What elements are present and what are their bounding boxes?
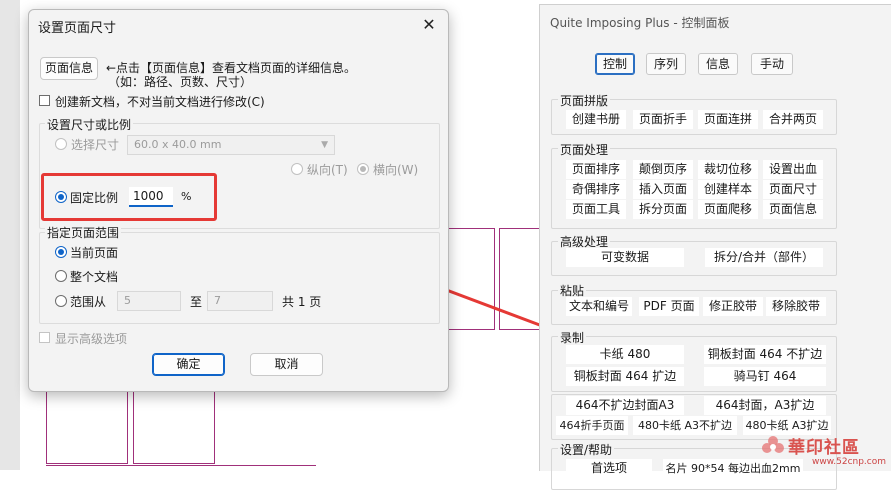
size-dropdown-value: 60.0 x 40.0 mm xyxy=(134,138,222,151)
text-numbering-button[interactable]: 文本和编号 xyxy=(566,297,632,316)
variable-data-button[interactable]: 可变数据 xyxy=(566,248,684,267)
highlight-box xyxy=(41,173,217,221)
range-to-label: 至 xyxy=(190,295,203,309)
range-from-value: 5 xyxy=(124,294,131,307)
split-page-button[interactable]: 拆分页面 xyxy=(633,200,693,219)
insert-page-button[interactable]: 插入页面 xyxy=(633,180,693,199)
fold-464-pages-button[interactable]: 464折手页面 xyxy=(556,416,628,435)
page-info-cp-button[interactable]: 页面信息 xyxy=(763,200,823,219)
split-merge-button[interactable]: 拆分/合并（部件） xyxy=(705,248,823,267)
page-thumbnail xyxy=(46,389,128,464)
page-divider xyxy=(46,465,316,469)
chevron-down-icon: ▼ xyxy=(321,140,328,150)
dialog-titlebar[interactable]: 设置页面尺寸 ✕ xyxy=(29,10,448,40)
coated-cover-464-bleed-button[interactable]: 铜板封面 464 扩边 xyxy=(566,367,684,386)
dialog-title: 设置页面尺寸 xyxy=(38,21,117,36)
size-group-label: 设置尺寸或比例 xyxy=(45,116,134,133)
canvas-margin xyxy=(0,0,20,470)
business-card-button[interactable]: 名片 90*54 每边出血2mm xyxy=(663,459,803,478)
portrait-label: 纵向(T) xyxy=(307,163,348,177)
advanced-options-checkbox[interactable] xyxy=(39,332,50,343)
select-size-radio[interactable] xyxy=(55,138,67,150)
page-range-label: 指定页面范围 xyxy=(45,224,122,241)
tab-info[interactable]: 信息 xyxy=(698,53,738,75)
range-to-value: 7 xyxy=(214,294,221,307)
new-document-checkbox[interactable] xyxy=(39,95,50,106)
trim-shift-button[interactable]: 裁切位移 xyxy=(698,160,758,179)
page-size-button[interactable]: 页面尺寸 xyxy=(763,180,823,199)
whole-document-label: 整个文档 xyxy=(70,270,119,284)
info-text-line2: （如：路径、页数、尺寸） xyxy=(108,75,253,89)
set-bleed-button[interactable]: 设置出血 xyxy=(763,160,823,179)
range-from-radio[interactable] xyxy=(55,295,67,307)
advanced-options-label: 显示高级选项 xyxy=(55,332,128,346)
control-panel: Quite Imposing Plus - 控制面板 控制 序列 信息 手动 页… xyxy=(539,4,891,490)
watermark-site: www.52cnp.com xyxy=(812,457,887,467)
page-sort-button[interactable]: 页面排序 xyxy=(566,160,626,179)
close-icon[interactable]: ✕ xyxy=(418,14,440,36)
reverse-order-button[interactable]: 颠倒页序 xyxy=(633,160,693,179)
flower-logo-icon xyxy=(762,436,784,453)
landscape-radio[interactable] xyxy=(357,163,369,175)
coated-cover-464-nobleed-button[interactable]: 铜板封面 464 不扩边 xyxy=(704,345,826,364)
current-page-label: 当前页面 xyxy=(70,246,119,260)
set-page-size-dialog: 设置页面尺寸 ✕ 页面信息 ←点击【页面信息】查看文档页面的详细信息。 （如：路… xyxy=(28,9,449,392)
select-size-label: 选择尺寸 xyxy=(71,138,120,152)
create-booklet-button[interactable]: 创建书册 xyxy=(566,110,626,129)
cover-464-a3-bleed-button[interactable]: 464封面，A3扩边 xyxy=(704,396,826,415)
create-sample-button[interactable]: 创建样本 xyxy=(698,180,758,199)
landscape-label: 横向(W) xyxy=(373,163,419,177)
page-fold-button[interactable]: 页面折手 xyxy=(633,110,693,129)
page-nup-button[interactable]: 页面连拼 xyxy=(698,110,758,129)
watermark-brand: 華印社區 xyxy=(788,438,860,458)
pdf-page-button[interactable]: PDF 页面 xyxy=(639,297,699,316)
tab-control[interactable]: 控制 xyxy=(595,53,635,75)
tab-manual[interactable]: 手动 xyxy=(751,53,793,75)
total-pages-label: 共 1 页 xyxy=(282,295,322,309)
page-creep-button[interactable]: 页面爬移 xyxy=(698,200,758,219)
page-info-button[interactable]: 页面信息 xyxy=(40,57,98,80)
card-480-a3-nobleed-button[interactable]: 480卡纸 A3不扩边 xyxy=(633,416,737,435)
control-panel-title: Quite Imposing Plus - 控制面板 xyxy=(550,16,730,30)
card-480-button[interactable]: 卡纸 480 xyxy=(566,345,684,364)
ok-button[interactable]: 确定 xyxy=(152,353,225,376)
section-page-processing-label: 页面处理 xyxy=(558,141,611,158)
cancel-button[interactable]: 取消 xyxy=(250,353,323,376)
section-imposition-label: 页面拼版 xyxy=(558,92,611,109)
cover-464-a3-nobleed-button[interactable]: 464不扩边封面A3 xyxy=(566,396,684,415)
odd-even-sort-button[interactable]: 奇偶排序 xyxy=(566,180,626,199)
page-tools-button[interactable]: 页面工具 xyxy=(566,200,626,219)
current-page-radio[interactable] xyxy=(55,246,67,258)
range-from-label: 范围从 xyxy=(70,295,107,309)
remove-tape-button[interactable]: 移除胶带 xyxy=(766,297,826,316)
preferences-button[interactable]: 首选项 xyxy=(566,459,652,478)
section-recording-label: 录制 xyxy=(558,329,587,346)
range-from-input[interactable]: 5 xyxy=(117,291,181,311)
whole-document-radio[interactable] xyxy=(55,270,67,282)
fix-tape-button[interactable]: 修正胶带 xyxy=(703,297,763,316)
portrait-radio[interactable] xyxy=(291,163,303,175)
tab-sequence[interactable]: 序列 xyxy=(646,53,686,75)
new-document-label: 创建新文档，不对当前文档进行修改(C) xyxy=(55,95,265,109)
merge-two-pages-button[interactable]: 合并两页 xyxy=(763,110,823,129)
saddle-stitch-464-button[interactable]: 骑马钉 464 xyxy=(704,367,826,386)
range-to-input[interactable]: 7 xyxy=(207,291,273,311)
page-thumbnail xyxy=(133,389,215,464)
size-dropdown[interactable]: 60.0 x 40.0 mm ▼ xyxy=(127,135,335,155)
section-settings-help-label: 设置/帮助 xyxy=(558,441,615,458)
